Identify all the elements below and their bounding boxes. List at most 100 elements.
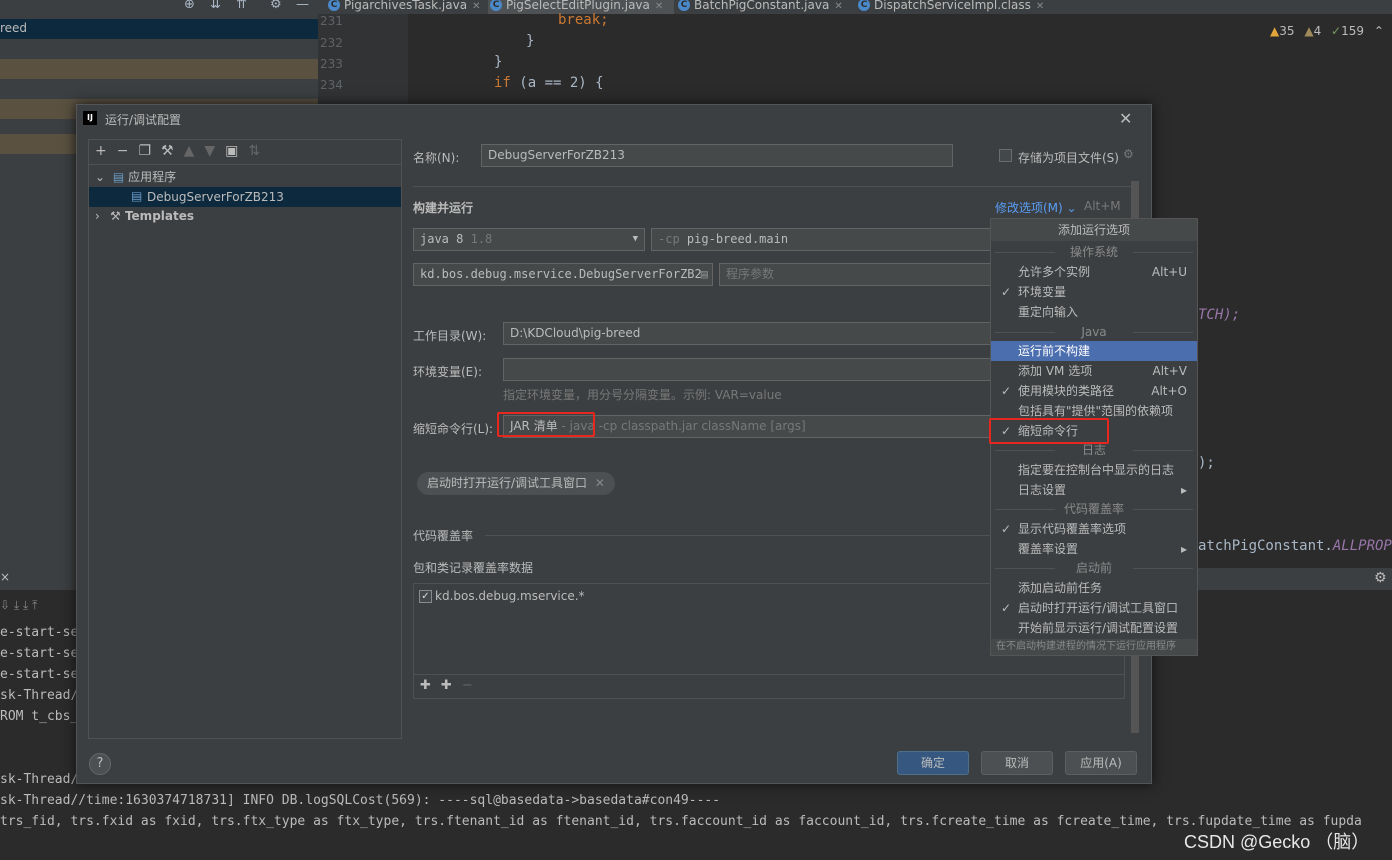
gear-icon[interactable]: ⚙	[270, 0, 282, 12]
tree-item-debugserver[interactable]: ▤ DebugServerForZB213	[89, 187, 401, 207]
menu-title: 添加运行选项	[991, 219, 1197, 241]
add-icon[interactable]: +	[95, 143, 117, 159]
tree-row[interactable]	[0, 39, 318, 59]
name-input[interactable]: DebugServerForZB213	[481, 144, 953, 167]
code-fragment[interactable]: );	[1198, 455, 1215, 471]
console-line: sk-Thread//time:1630374718731] INFO DB.l…	[0, 793, 721, 808]
tree-group-application[interactable]: ⌄ ▤ 应用程序	[95, 168, 176, 185]
close-icon[interactable]: ✕	[1036, 1, 1044, 12]
tree-group-templates[interactable]: › ⚒ Templates	[95, 209, 194, 223]
browse-icon[interactable]: ▤	[701, 264, 708, 285]
menu-item[interactable]: 添加启动前任务	[991, 578, 1197, 598]
store-project-checkbox[interactable]	[999, 149, 1012, 162]
tree-row[interactable]	[0, 79, 318, 99]
warning-icon: ▲	[1270, 24, 1280, 38]
tab-pigarchives[interactable]: C PigarchivesTask.java ✕	[326, 0, 486, 14]
coverage-pattern-checkbox[interactable]: ✓	[419, 590, 432, 603]
wrench-icon[interactable]: ⚒	[161, 143, 184, 159]
class-icon: C	[678, 0, 690, 11]
menu-item[interactable]: ✓ 显示代码覆盖率选项	[991, 519, 1197, 539]
download-icon[interactable]: ⤓	[14, 598, 19, 612]
copy-icon[interactable]: ❐	[138, 143, 161, 159]
gear-icon[interactable]: ⚙	[1374, 570, 1387, 586]
inspection-widget[interactable]: ▲35 ▲4 ✓159 ⌃	[1270, 24, 1384, 38]
menu-item-selected[interactable]: 运行前不构建	[991, 341, 1197, 361]
tab-label: DispatchServiceImpl.class	[874, 0, 1031, 12]
store-project-label: 存储为项目文件(S)	[1018, 151, 1119, 165]
line-number: 234	[320, 78, 343, 92]
apply-button[interactable]: 应用(A)	[1065, 751, 1137, 775]
gear-icon[interactable]: ⚙	[1123, 147, 1134, 161]
cancel-button[interactable]: 取消	[981, 751, 1053, 775]
close-icon[interactable]: ✕	[595, 476, 605, 490]
divider	[413, 186, 1133, 187]
menu-item[interactable]: ✓ 启动时打开运行/调试工具窗口	[991, 598, 1197, 618]
modify-options-link[interactable]: 修改选项(M) ⌄	[995, 199, 1077, 216]
expand-all-icon[interactable]: ⇊	[210, 0, 221, 12]
menu-item[interactable]: 覆盖率设置 ▸	[991, 539, 1197, 559]
add-class-icon[interactable]: ✚	[420, 678, 441, 693]
line-number: 233	[320, 57, 343, 71]
tree-row-modified[interactable]	[0, 59, 318, 79]
code-line[interactable]: }	[494, 54, 502, 70]
tag-open-tool-window[interactable]: 启动时打开运行/调试工具窗口 ✕	[417, 472, 615, 495]
menu-item[interactable]: 重定向输入	[991, 302, 1197, 322]
project-tree-selected[interactable]: reed	[0, 19, 318, 39]
close-icon[interactable]: ✕	[472, 1, 480, 12]
menu-item[interactable]: ✓ 使用模块的类路径 Alt+O	[991, 381, 1197, 401]
workdir-input[interactable]: D:\KDCloud\pig-breed	[503, 322, 993, 345]
ok-button[interactable]: 确定	[897, 751, 969, 775]
move-down-icon[interactable]: ▼	[204, 143, 225, 159]
download-icon[interactable]: ⤓	[23, 598, 28, 612]
code-fragment[interactable]: atchPigConstant.ALLPROPER	[1198, 538, 1392, 554]
tree-label: Templates	[124, 209, 195, 223]
code-line[interactable]: break;	[558, 12, 609, 28]
close-icon[interactable]: ✕	[655, 1, 663, 12]
jre-select[interactable]: java 8 1.8 ▼	[413, 228, 645, 251]
close-icon[interactable]: ×	[0, 570, 10, 584]
env-input[interactable]	[503, 358, 993, 381]
close-icon[interactable]: ✕	[1119, 109, 1132, 128]
locate-icon[interactable]: ⊕	[184, 0, 195, 12]
menu-item[interactable]: 指定要在控制台中显示的日志	[991, 460, 1197, 480]
coverage-sub-label: 包和类记录覆盖率数据	[413, 561, 534, 575]
jre-version: 1.8	[470, 232, 493, 246]
menu-item[interactable]: 添加 VM 选项 Alt+V	[991, 361, 1197, 381]
tree-item-label: reed	[0, 21, 28, 35]
help-icon[interactable]: ?	[89, 753, 111, 775]
console-line: e-start-se	[0, 625, 79, 640]
upload-icon[interactable]: ⤒	[32, 598, 37, 612]
move-up-icon[interactable]: ▲	[184, 143, 205, 159]
chevron-down-icon[interactable]: ⌄	[95, 170, 105, 184]
sort-icon[interactable]: ⇅	[248, 143, 270, 159]
menu-item[interactable]: 开始前显示运行/调试配置设置	[991, 618, 1197, 638]
dialog-title: 运行/调试配置	[105, 113, 182, 127]
add-package-icon[interactable]: ✚	[441, 678, 462, 693]
code-line[interactable]: if (a == 2) {	[494, 75, 604, 91]
menu-item[interactable]: 日志设置 ▸	[991, 480, 1197, 500]
remove-icon[interactable]: −	[117, 143, 139, 159]
hide-icon[interactable]: —	[296, 0, 309, 12]
env-hint: 指定环境变量，用分号分隔变量。示例: VAR=value	[503, 388, 782, 402]
code-fragment[interactable]: TCH);	[1198, 307, 1240, 323]
main-class-input[interactable]: kd.bos.debug.mservice.DebugServerForZB2 ▤	[413, 263, 713, 286]
chevron-up-icon[interactable]: ⌃	[1374, 24, 1384, 38]
menu-item[interactable]: ✓ 环境变量	[991, 282, 1197, 302]
menu-section-header: 启动前	[991, 559, 1197, 577]
chevron-right-icon[interactable]: ›	[95, 209, 100, 223]
collapse-all-icon[interactable]: ⇈	[236, 0, 247, 12]
menu-item[interactable]: 允许多个实例 Alt+U	[991, 262, 1197, 282]
jre-value: java 8	[420, 232, 464, 246]
shorten-label: 缩短命令行(L):	[413, 422, 494, 436]
folder-icon[interactable]: ▣	[225, 143, 248, 159]
console-actions[interactable]: ⇩ ⤓ ⤓ ⤒	[0, 598, 37, 613]
scroll-end-icon[interactable]: ⇩	[0, 598, 10, 612]
menu-item-label: 添加启动前任务	[1018, 581, 1103, 595]
close-icon[interactable]: ✕	[834, 1, 842, 12]
code-line[interactable]: }	[526, 33, 534, 49]
tab-batchpig[interactable]: C BatchPigConstant.java ✕	[676, 0, 846, 14]
remove-icon[interactable]: −	[462, 678, 483, 693]
classpath-module-select[interactable]: -cp pig-breed.main	[651, 228, 991, 251]
tab-dispatch[interactable]: C DispatchServiceImpl.class ✕	[856, 0, 1046, 14]
program-args-input[interactable]: 程序参数	[719, 263, 991, 286]
